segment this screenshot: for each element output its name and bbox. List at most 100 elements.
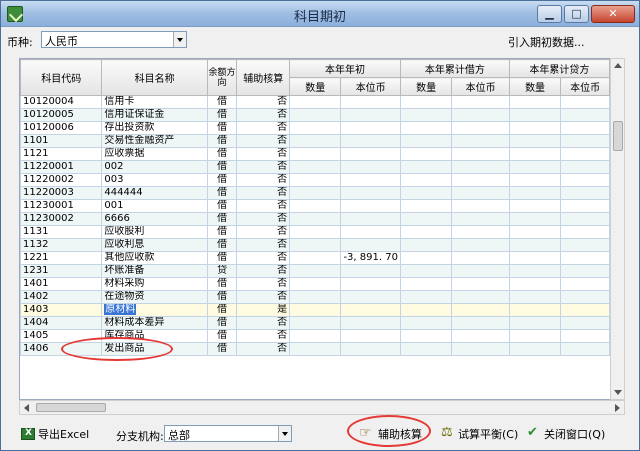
cell-credit-base[interactable] (560, 134, 610, 148)
cell-credit-qty[interactable] (508, 160, 562, 174)
cell-year-begin-qty[interactable] (289, 186, 342, 200)
table-row[interactable]: 1405 库存商品借否 (20, 329, 610, 343)
cell-code[interactable]: 1132 (20, 238, 103, 252)
cell-code[interactable]: 11220002 (20, 173, 103, 187)
cell-direction[interactable]: 借 (206, 303, 238, 317)
cell-year-begin-qty[interactable] (289, 290, 342, 304)
cell-year-begin-qty[interactable] (289, 277, 342, 291)
cell-aux[interactable]: 否 (236, 251, 291, 265)
cell-direction[interactable]: 借 (206, 329, 238, 343)
cell-debit-base[interactable] (451, 303, 510, 317)
cell-debit-qty[interactable] (399, 342, 453, 356)
close-window-button[interactable]: ✕ (591, 5, 635, 23)
cell-credit-base[interactable] (560, 225, 610, 239)
cell-credit-base[interactable] (560, 199, 610, 213)
cell-credit-qty[interactable] (508, 199, 562, 213)
cell-debit-base[interactable] (451, 186, 510, 200)
cell-year-begin-qty[interactable] (289, 225, 342, 239)
cell-direction[interactable]: 借 (206, 316, 238, 330)
cell-year-begin-qty[interactable] (289, 173, 342, 187)
cell-debit-qty[interactable] (399, 134, 453, 148)
cell-aux[interactable]: 否 (236, 342, 291, 356)
cell-credit-base[interactable] (560, 160, 610, 174)
cell-debit-qty[interactable] (399, 186, 453, 200)
cell-debit-base[interactable] (451, 147, 510, 161)
cell-credit-qty[interactable] (508, 251, 562, 265)
cell-year-begin-qty[interactable] (289, 238, 342, 252)
cell-year-begin-base[interactable] (340, 95, 401, 109)
cell-credit-qty[interactable] (508, 329, 562, 343)
cell-name[interactable]: 应收票据 (101, 147, 208, 161)
cell-code[interactable]: 1404 (20, 316, 103, 330)
table-row[interactable]: 1406 发出商品借否 (20, 342, 610, 356)
header-name[interactable]: 科目名称 (101, 59, 208, 96)
cell-year-begin-base[interactable]: -3, 891. 70 (340, 251, 401, 265)
cell-credit-qty[interactable] (508, 303, 562, 317)
trial-balance-button[interactable]: 试算平衡(C) (441, 425, 518, 443)
cell-direction[interactable]: 借 (206, 238, 238, 252)
cell-code[interactable]: 10120005 (20, 108, 103, 122)
cell-debit-qty[interactable] (399, 212, 453, 226)
cell-direction[interactable]: 借 (206, 251, 238, 265)
cell-credit-qty[interactable] (508, 134, 562, 148)
header-code[interactable]: 科目代码 (20, 59, 103, 96)
cell-credit-base[interactable] (560, 121, 610, 135)
cell-year-begin-base[interactable] (340, 212, 401, 226)
cell-name[interactable]: 003 (101, 173, 208, 187)
cell-year-begin-qty[interactable] (289, 251, 342, 265)
cell-code[interactable]: 11230002 (20, 212, 103, 226)
cell-name[interactable]: 坏账准备 (101, 264, 208, 278)
cell-year-begin-base[interactable] (340, 277, 401, 291)
cell-year-begin-base[interactable] (340, 173, 401, 187)
import-opening-link[interactable]: 引入期初数据... (508, 34, 585, 50)
cell-credit-qty[interactable] (508, 95, 562, 109)
cell-aux[interactable]: 是 (236, 303, 291, 317)
table-row[interactable]: 11220002 003 借否 (20, 173, 610, 187)
cell-aux[interactable]: 否 (236, 108, 291, 122)
cell-credit-qty[interactable] (508, 290, 562, 304)
cell-name[interactable]: 001 (101, 199, 208, 213)
cell-credit-qty[interactable] (508, 212, 562, 226)
cell-year-begin-base[interactable] (340, 108, 401, 122)
cell-year-begin-qty[interactable] (289, 212, 342, 226)
cell-direction[interactable]: 借 (206, 277, 238, 291)
scroll-left-icon[interactable] (24, 404, 29, 412)
cell-credit-base[interactable] (560, 173, 610, 187)
table-row[interactable]: 1121 应收票据借否 (20, 147, 610, 161)
cell-debit-base[interactable] (451, 251, 510, 265)
cell-direction[interactable]: 借 (206, 95, 238, 109)
table-row[interactable]: 1101 交易性金融资产借否 (20, 134, 610, 148)
cell-debit-qty[interactable] (399, 238, 453, 252)
chevron-down-icon[interactable] (173, 32, 186, 47)
scroll-right-icon[interactable] (615, 404, 620, 412)
cell-code[interactable]: 1402 (20, 290, 103, 304)
table-row[interactable]: 1221 其他应收款借否 -3, 891. 70 (20, 251, 610, 265)
cell-credit-base[interactable] (560, 316, 610, 330)
cell-direction[interactable]: 借 (206, 342, 238, 356)
cell-direction[interactable]: 借 (206, 212, 238, 226)
cell-aux[interactable]: 否 (236, 173, 291, 187)
cell-year-begin-base[interactable] (340, 238, 401, 252)
cell-year-begin-base[interactable] (340, 342, 401, 356)
export-excel-button[interactable]: 导出Excel (21, 425, 89, 443)
cell-year-begin-base[interactable] (340, 160, 401, 174)
cell-aux[interactable]: 否 (236, 95, 291, 109)
cell-debit-base[interactable] (451, 95, 510, 109)
cell-aux[interactable]: 否 (236, 225, 291, 239)
cell-credit-qty[interactable] (508, 264, 562, 278)
cell-year-begin-qty[interactable] (289, 329, 342, 343)
table-row[interactable]: 11220001 002 借否 (20, 160, 610, 174)
cell-debit-base[interactable] (451, 225, 510, 239)
cell-name[interactable]: 在途物资 (101, 290, 208, 304)
cell-year-begin-qty[interactable] (289, 199, 342, 213)
cell-name[interactable]: 应收利息 (101, 238, 208, 252)
cell-year-begin-qty[interactable] (289, 108, 342, 122)
cell-direction[interactable]: 借 (206, 199, 238, 213)
cell-name[interactable]: 材料成本差异 (101, 316, 208, 330)
cell-aux[interactable]: 否 (236, 238, 291, 252)
cell-credit-qty[interactable] (508, 173, 562, 187)
cell-code[interactable]: 1121 (20, 147, 103, 161)
cell-credit-qty[interactable] (508, 342, 562, 356)
cell-year-begin-base[interactable] (340, 329, 401, 343)
close-window-bottom-button[interactable]: 关闭窗口(Q) (527, 425, 605, 443)
